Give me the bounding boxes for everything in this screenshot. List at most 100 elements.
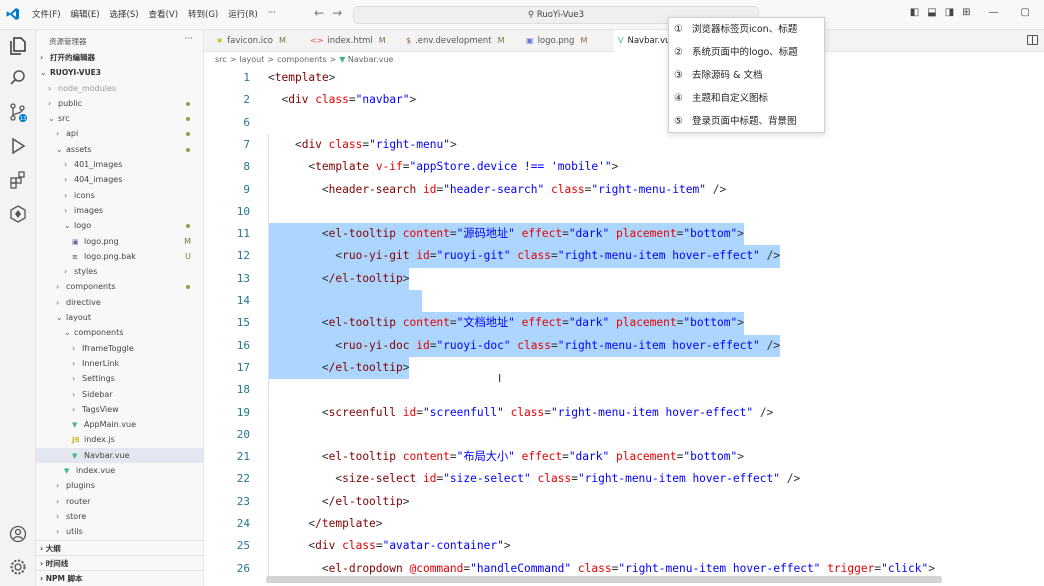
code-line[interactable]: 23 </el-tooltip> (204, 490, 1044, 513)
tree-item[interactable]: › 打开的编辑器 (36, 50, 203, 65)
chevron-right-icon[interactable]: › (48, 96, 58, 111)
tree-item[interactable]: › plugins (36, 478, 203, 493)
horizontal-scrollbar[interactable] (266, 576, 942, 583)
chevron-right-icon[interactable]: › (72, 341, 82, 356)
more-actions-icon[interactable]: ··· (184, 34, 193, 44)
code-line[interactable]: 20 (204, 423, 1044, 447)
code-line[interactable]: 22 <size-select id="size-select" class="… (204, 468, 1044, 491)
toggle-sidebar-icon[interactable]: ◧ (910, 7, 919, 18)
tree-item[interactable]: ⌄ src (36, 111, 203, 126)
chevron-right-icon[interactable]: › (56, 295, 66, 310)
chevron-right-icon[interactable]: › (48, 81, 58, 96)
tree-item[interactable]: ⌄ layout (36, 310, 203, 325)
tree-item[interactable]: ▼ AppMain.vue (36, 417, 203, 432)
tree-item[interactable]: › api (36, 126, 203, 141)
menu-item[interactable]: 编辑(E) (71, 8, 100, 20)
menu-item[interactable]: ··· (268, 8, 276, 20)
search-icon[interactable] (8, 68, 28, 88)
chevron-right-icon[interactable]: › (64, 264, 74, 279)
tree-item[interactable]: › InnerLink (36, 356, 203, 371)
tree-item[interactable]: › IframeToggle (36, 341, 203, 356)
chevron-right-icon[interactable]: › (72, 387, 82, 402)
code-line[interactable]: 9 <header-search id="header-search" clas… (204, 178, 1044, 201)
breadcrumb-item[interactable]: Navbar.vue (348, 55, 393, 64)
code-line[interactable]: 25 <div class="avatar-container"> (204, 535, 1044, 558)
tree-item[interactable]: ⌄ assets (36, 142, 203, 157)
chevron-down-icon[interactable]: ⌄ (56, 310, 66, 325)
chevron-right-icon[interactable]: › (64, 188, 74, 203)
tree-item[interactable]: ▣ logo.png M (36, 234, 203, 249)
tree-item[interactable]: ▼ index.vue (36, 463, 203, 478)
tree-item[interactable]: ⌄ RUOYI-VUE3 (36, 65, 203, 80)
tree-item[interactable]: › TagsView (36, 402, 203, 417)
code-line[interactable]: 17 </el-tooltip> (204, 356, 1044, 380)
menu-item[interactable]: 查看(V) (149, 8, 178, 20)
code-line[interactable]: 21 <el-tooltip content="布局大小" effect="da… (204, 446, 1044, 469)
tree-item[interactable]: › icons (36, 188, 203, 203)
code-line[interactable]: 1 <template> (204, 67, 1044, 89)
tree-item[interactable]: › styles (36, 264, 203, 279)
code-line[interactable]: 24 </template> (204, 513, 1044, 536)
tree-item[interactable]: › images (36, 203, 203, 218)
tree-item[interactable]: › Settings (36, 371, 203, 386)
breadcrumb-item[interactable]: components (277, 55, 326, 64)
chevron-down-icon[interactable]: ⌄ (48, 111, 58, 126)
chevron-right-icon[interactable]: › (64, 172, 74, 187)
toggle-panel-icon[interactable]: ⬓ (927, 7, 936, 18)
code-line[interactable]: 13 </el-tooltip> (204, 267, 1044, 290)
tree-item[interactable]: › node_modules (36, 81, 203, 96)
split-editor-icon[interactable] (1027, 35, 1038, 45)
editor-tab[interactable]: ★ favicon.ico M (212, 30, 304, 52)
sidebar-section[interactable]: › 大纲 (36, 540, 203, 555)
source-control-icon[interactable]: 13 (8, 102, 28, 122)
chevron-right-icon[interactable]: › (64, 157, 74, 172)
chevron-right-icon[interactable]: › (72, 402, 82, 417)
forward-arrow-icon[interactable]: → (332, 6, 350, 20)
minimize-icon[interactable]: — (989, 7, 999, 18)
menu-item[interactable]: 转到(G) (188, 8, 218, 20)
manage-gear-icon[interactable] (8, 557, 28, 577)
editor-tab[interactable]: <> index.html M (306, 30, 400, 52)
code-line[interactable]: 18 (204, 379, 1044, 402)
code-line[interactable]: 15 <el-tooltip content="文档地址" effect="da… (204, 312, 1044, 335)
menu-item[interactable]: 文件(F) (32, 8, 61, 20)
chevron-right-icon[interactable]: › (56, 509, 66, 524)
tree-item[interactable]: › 404_images (36, 172, 203, 187)
tree-item[interactable]: › directive (36, 295, 203, 310)
sidebar-section[interactable]: › 时间线 (36, 555, 203, 570)
accounts-icon[interactable] (8, 524, 28, 544)
run-debug-icon[interactable] (8, 136, 28, 156)
tree-item[interactable]: › router (36, 494, 203, 509)
code-line[interactable]: 6 (204, 112, 1044, 134)
customize-layout-icon[interactable]: ⊞ (962, 7, 970, 18)
chevron-right-icon[interactable]: › (56, 126, 66, 141)
chevron-right-icon[interactable]: › (56, 494, 66, 509)
maximize-icon[interactable]: ▢ (1021, 7, 1030, 18)
chevron-down-icon[interactable]: ⌄ (40, 65, 50, 80)
editor-tab[interactable]: ▣ logo.png M (522, 30, 612, 52)
tree-item[interactable]: › store (36, 509, 203, 524)
code-line[interactable]: 16 <ruo-yi-doc id="ruoyi-doc" class="rig… (204, 334, 1044, 357)
tree-item[interactable]: › Sidebar (36, 387, 203, 402)
tree-item[interactable]: ⌄ logo (36, 218, 203, 233)
code-line[interactable]: 19 <screenfull id="screenfull" class="ri… (204, 401, 1044, 424)
tree-item[interactable]: › public (36, 96, 203, 111)
tree-item[interactable]: › components (36, 279, 203, 294)
remote-explorer-icon[interactable] (8, 204, 28, 224)
tree-item[interactable]: ▼ Navbar.vue (36, 447, 203, 464)
extensions-icon[interactable] (8, 170, 28, 190)
tree-item[interactable]: ≡ logo.png.bak U (36, 249, 203, 264)
code-line[interactable]: 7 <div class="right-menu"> (204, 133, 1044, 157)
tree-item[interactable]: › 401_images (36, 157, 203, 172)
tree-item[interactable]: ⌄ components (36, 325, 203, 340)
chevron-right-icon[interactable]: › (56, 524, 66, 539)
toggle-secondary-sidebar-icon[interactable]: ◨ (945, 7, 954, 18)
code-line[interactable]: 10 (204, 200, 1044, 224)
code-line[interactable]: 14 (204, 290, 1044, 313)
chevron-down-icon[interactable]: ⌄ (56, 142, 66, 157)
editor-tab[interactable]: $ .env.development M (402, 30, 520, 52)
chevron-right-icon[interactable]: › (72, 356, 82, 371)
code-line[interactable]: 8 <template v-if="appStore.device !== 'm… (204, 156, 1044, 179)
menu-item[interactable]: 选择(S) (110, 8, 139, 20)
editor-tab[interactable]: V Navbar.vu (614, 30, 671, 52)
